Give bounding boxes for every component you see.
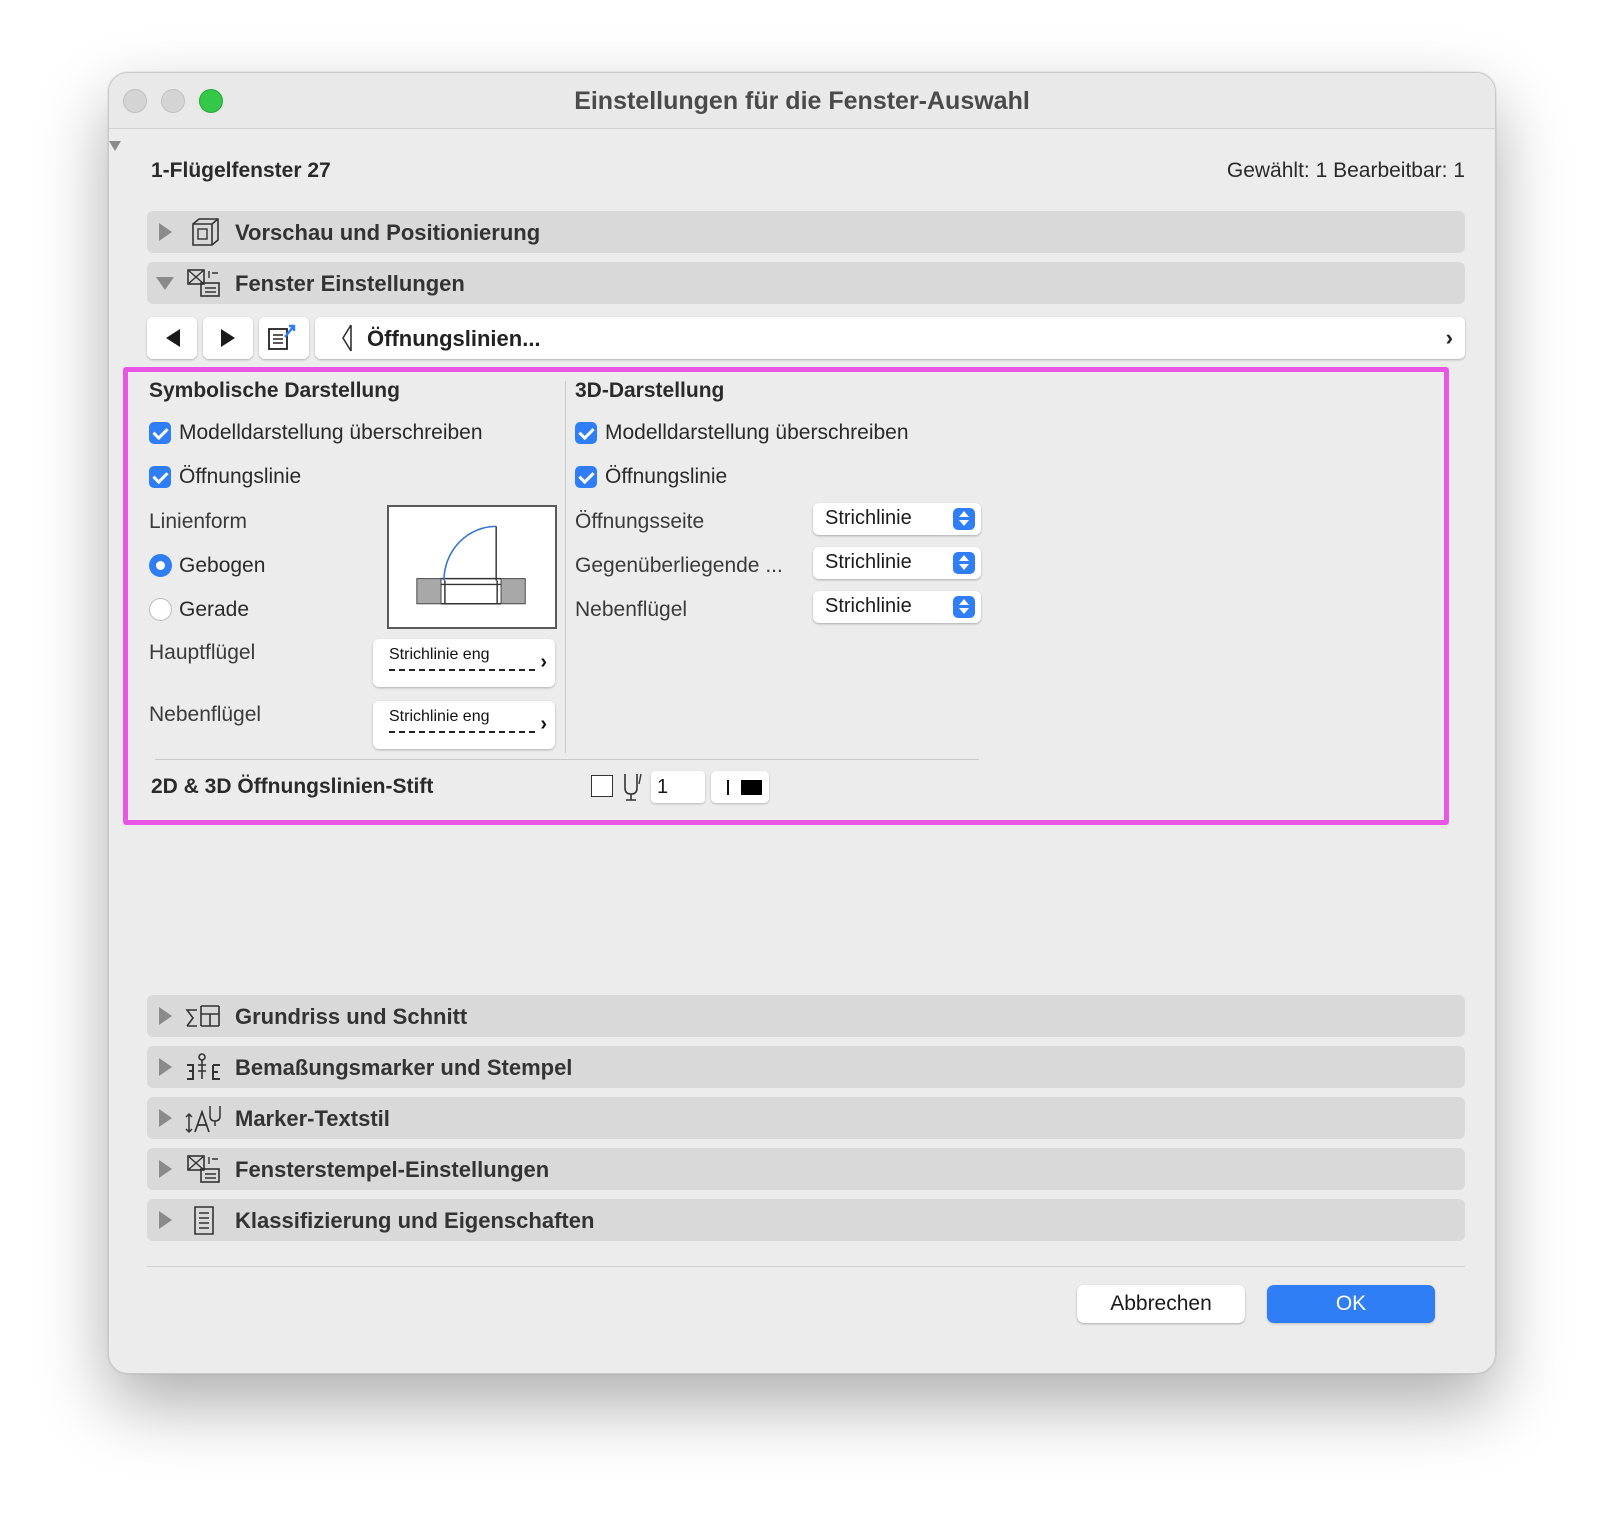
chevron-right-icon: › (540, 651, 547, 673)
section-label: Klassifizierung und Eigenschaften (235, 1208, 595, 1233)
chevron-right-icon (159, 1058, 172, 1076)
section-classification[interactable]: Klassifizierung und Eigenschaften (147, 1199, 1465, 1241)
section-preview-positioning[interactable]: Vorschau und Positionierung (147, 211, 1465, 253)
section-window-stamp[interactable]: Fensterstempel-Einstellungen (147, 1148, 1465, 1190)
main-sash-line-button[interactable]: Strichlinie eng › (373, 639, 555, 687)
main-sash-label: Hauptflügel (149, 641, 256, 664)
ok-button[interactable]: OK (1267, 1285, 1435, 1323)
curved-label: Gebogen (179, 554, 266, 577)
override-model-label: Modelldarstellung überschreiben (179, 421, 483, 444)
window-settings-icon (187, 269, 220, 297)
chevron-right-icon (159, 1007, 172, 1025)
stepper-arrows-icon (953, 552, 975, 574)
opening-side-popup[interactable]: Strichlinie (813, 503, 981, 535)
symbolic-header: Symbolische Darstellung (149, 379, 400, 402)
pen-weight-bar (727, 780, 729, 795)
side-sash-label: Nebenflügel (149, 703, 262, 726)
section-label: Vorschau und Positionierung (235, 220, 541, 245)
chevron-right-icon (159, 223, 172, 241)
3d-override-model-label: Modelldarstellung überschreiben (605, 421, 909, 444)
page-list-button[interactable] (259, 317, 309, 359)
line-shape-label: Linienform (149, 510, 248, 533)
popup-value: Strichlinie (825, 595, 912, 617)
popup-value: Strichlinie (825, 551, 912, 573)
section-label: Grundriss und Schnitt (235, 1004, 468, 1029)
window-title: Einstellungen für die Fenster-Auswahl (574, 87, 1030, 115)
stepper-arrows-icon (953, 508, 975, 530)
opening-line-preview (387, 505, 557, 629)
section-floor-plan[interactable]: Grundriss und Schnitt (147, 995, 1465, 1037)
window-stamp-icon (187, 1155, 220, 1183)
pen-divider (155, 759, 979, 760)
section-dimension-markers[interactable]: Bemaßungsmarker und Stempel (147, 1046, 1465, 1088)
pen-number-field[interactable]: 1 (651, 771, 705, 803)
arrow-right-icon (221, 329, 235, 347)
3d-header: 3D-Darstellung (575, 379, 725, 402)
dashed-line-preview (389, 731, 535, 733)
section-marker-text-style[interactable]: Marker-Textstil (147, 1097, 1465, 1139)
next-page-button[interactable] (203, 317, 253, 359)
3d-side-sash-label: Nebenflügel (575, 598, 688, 621)
chevron-right-icon (159, 1160, 172, 1178)
current-page-label: Öffnungslinien... (367, 326, 541, 351)
3d-side-sash-popup[interactable]: Strichlinie (813, 591, 981, 623)
footer-divider (147, 1266, 1465, 1267)
opening-side-label: Öffnungsseite (575, 510, 705, 533)
page-selector[interactable]: Öffnungslinien... › (315, 317, 1465, 359)
marker-text-style-icon (185, 1106, 221, 1134)
title-bar[interactable]: Einstellungen für die Fenster-Auswahl (109, 73, 1495, 129)
dimension-marker-icon (187, 1053, 220, 1080)
straight-label: Gerade (179, 598, 250, 621)
floor-plan-section-icon (185, 1005, 220, 1027)
3d-override-model-checkbox[interactable] (575, 422, 597, 444)
line-type-label: Strichlinie eng (389, 646, 490, 663)
pen-checkbox[interactable] (591, 775, 613, 797)
classification-icon (194, 1206, 214, 1235)
section-label: Bemaßungsmarker und Stempel (235, 1055, 573, 1080)
window-opening-preview-icon (416, 525, 526, 605)
popup-value: Strichlinie (825, 507, 912, 529)
opposite-side-popup[interactable]: Strichlinie (813, 547, 981, 579)
chevron-right-icon (159, 1211, 172, 1229)
previous-page-button[interactable] (147, 317, 197, 359)
settings-dialog: Einstellungen für die Fenster-Auswahl 1-… (108, 72, 1496, 1374)
page-export-icon (268, 324, 296, 350)
opening-line-label: Öffnungslinie (179, 465, 302, 488)
curved-radio[interactable] (149, 554, 172, 577)
chevron-right-icon: › (1445, 325, 1453, 350)
stepper-arrows-icon (953, 596, 975, 618)
override-model-checkbox[interactable] (149, 422, 171, 444)
pen-color-swatch (741, 780, 762, 795)
section-label: Fenster Einstellungen (235, 271, 465, 296)
column-divider (565, 381, 566, 753)
element-name: 1-Flügelfenster 27 (151, 159, 331, 182)
chevron-right-icon: › (540, 713, 547, 735)
chevron-right-icon (159, 1109, 172, 1127)
page-navigation: Öffnungslinien... › (147, 317, 1465, 359)
preview-box-icon (192, 218, 219, 246)
arrow-left-icon (166, 329, 180, 347)
dashed-line-preview (389, 669, 535, 671)
pen-color-button[interactable] (711, 771, 769, 803)
side-sash-line-button[interactable]: Strichlinie eng › (373, 701, 555, 749)
section-window-settings[interactable]: Fenster Einstellungen (147, 262, 1465, 304)
opening-line-icon (342, 324, 352, 352)
chevron-down-icon (156, 277, 174, 290)
opposite-side-label: Gegenüberliegende ... (575, 554, 783, 577)
pen-icon (624, 773, 642, 801)
pen-label: 2D & 3D Öffnungslinien-Stift (151, 775, 434, 798)
3d-opening-line-label: Öffnungslinie (605, 465, 728, 488)
section-label: Marker-Textstil (235, 1106, 390, 1131)
3d-opening-line-checkbox[interactable] (575, 466, 597, 488)
selection-info: Gewählt: 1 Bearbeitbar: 1 (1226, 159, 1465, 182)
line-type-label: Strichlinie eng (389, 708, 490, 725)
section-label: Fensterstempel-Einstellungen (235, 1157, 550, 1182)
cancel-button[interactable]: Abbrechen (1077, 1285, 1245, 1323)
opening-line-checkbox[interactable] (149, 466, 171, 488)
collapse-arrow-icon[interactable] (109, 141, 121, 151)
straight-radio[interactable] (149, 598, 172, 621)
